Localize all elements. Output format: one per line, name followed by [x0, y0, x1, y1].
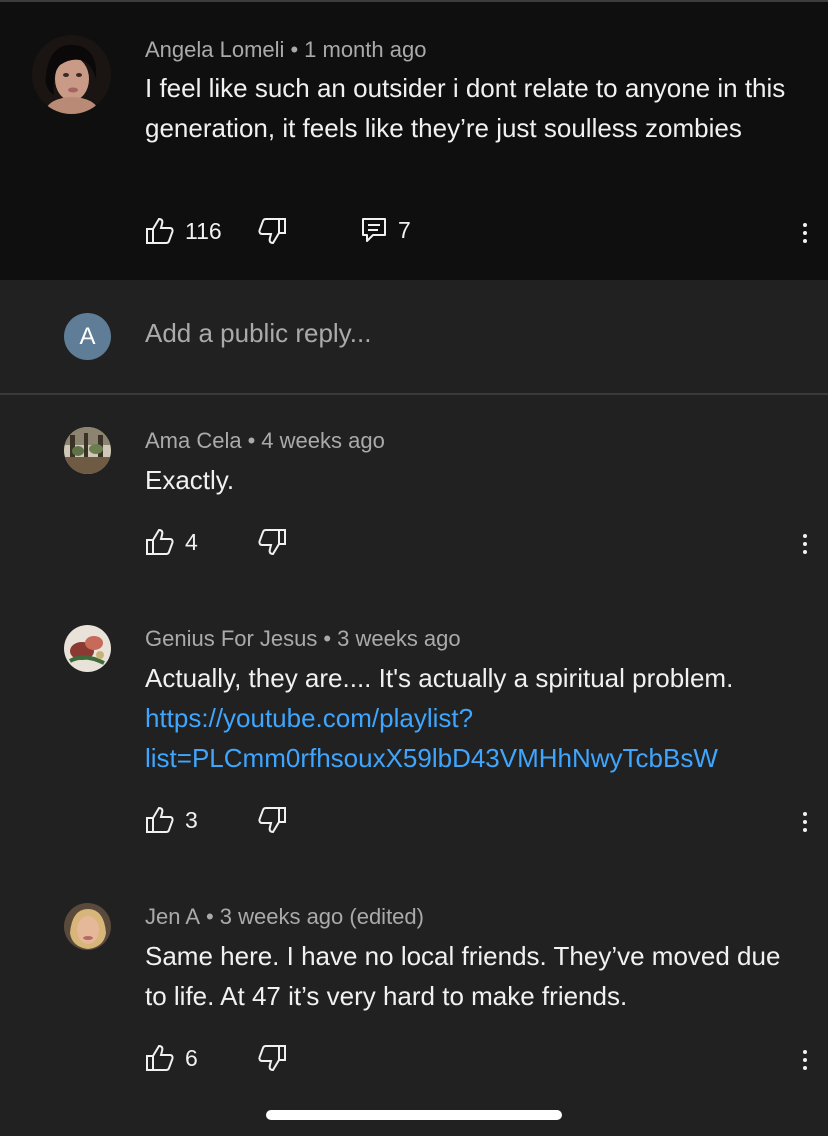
thumb-up-icon [145, 527, 175, 557]
dislike-button[interactable] [257, 216, 287, 246]
thumb-up-icon [145, 216, 175, 246]
separator-dot: • [247, 428, 256, 453]
author-name[interactable]: Genius For Jesus [145, 626, 317, 651]
link-line[interactable]: https://youtube.com/playlist? [145, 703, 473, 733]
avatar[interactable] [64, 427, 111, 474]
more-vert-icon[interactable] [795, 1047, 815, 1075]
timestamp[interactable]: 3 weeks ago (edited) [220, 904, 424, 929]
comment-actions: 4 [145, 527, 815, 563]
comment-text: Same here. I have no local friends. They… [145, 941, 781, 1011]
timestamp[interactable]: 4 weeks ago [261, 428, 385, 453]
dislike-button[interactable] [257, 1043, 287, 1073]
avatar[interactable] [32, 35, 111, 114]
avatar[interactable] [64, 625, 111, 672]
separator-dot: • [290, 37, 299, 62]
comment-text-line: Actually, they are.... It's actually a s… [145, 663, 734, 693]
comment-icon [360, 216, 388, 244]
reply-count: 7 [398, 216, 411, 243]
comment-link[interactable]: https://youtube.com/playlist? list=PLCmm0… [145, 698, 815, 778]
separator-dot: • [206, 904, 214, 929]
like-count: 116 [185, 217, 222, 244]
comment-actions: 6 [145, 1043, 815, 1079]
dislike-button[interactable] [257, 527, 287, 557]
like-button[interactable]: 4 [145, 527, 198, 557]
like-count: 3 [185, 806, 198, 833]
like-button[interactable]: 116 [145, 216, 222, 246]
thumb-down-icon [257, 216, 287, 246]
thumb-down-icon [257, 1043, 287, 1073]
more-vert-icon[interactable] [795, 220, 815, 248]
comment-meta: Ama Cela • 4 weeks ago [145, 428, 385, 454]
reply-input[interactable]: Add a public reply... [145, 318, 371, 349]
comment-text: Actually, they are.... It's actually a s… [145, 658, 815, 778]
parent-comment: Angela Lomeli • 1 month ago I feel like su… [0, 2, 828, 280]
reply-bar: A Add a public reply... [0, 280, 828, 395]
comment-text: I feel like such an outsider i dont rela… [145, 73, 786, 143]
avatar: A [64, 313, 111, 360]
thumb-up-icon [145, 805, 175, 835]
like-count: 4 [185, 528, 198, 555]
author-name[interactable]: Jen A [145, 904, 200, 929]
comment-actions: 116 7 [145, 216, 815, 252]
comment-meta: Jen A • 3 weeks ago (edited) [145, 904, 424, 930]
author-name[interactable]: Ama Cela [145, 428, 242, 453]
comment-text: Exactly. [145, 465, 235, 495]
thumb-down-icon [257, 527, 287, 557]
like-button[interactable]: 3 [145, 805, 198, 835]
reply-button[interactable]: 7 [360, 216, 411, 244]
link-line[interactable]: list=PLCmm0rfhsouxX59lbD43VMHhNwyTcbBsW [145, 743, 718, 773]
separator-dot: • [323, 626, 332, 651]
author-name[interactable]: Angela Lomeli [145, 37, 284, 62]
comment-actions: 3 [145, 805, 815, 841]
dislike-button[interactable] [257, 805, 287, 835]
comment-meta: Angela Lomeli • 1 month ago [145, 37, 426, 63]
thumb-down-icon [257, 805, 287, 835]
comment-meta: Genius For Jesus • 3 weeks ago [145, 626, 461, 652]
more-vert-icon[interactable] [795, 809, 815, 837]
avatar[interactable] [64, 903, 111, 950]
like-count: 6 [185, 1044, 198, 1071]
timestamp[interactable]: 1 month ago [304, 37, 426, 62]
like-button[interactable]: 6 [145, 1043, 198, 1073]
avatar-letter: A [79, 322, 96, 350]
more-vert-icon[interactable] [795, 531, 815, 559]
timestamp[interactable]: 3 weeks ago [337, 626, 461, 651]
thumb-up-icon [145, 1043, 175, 1073]
home-indicator[interactable] [266, 1110, 562, 1120]
